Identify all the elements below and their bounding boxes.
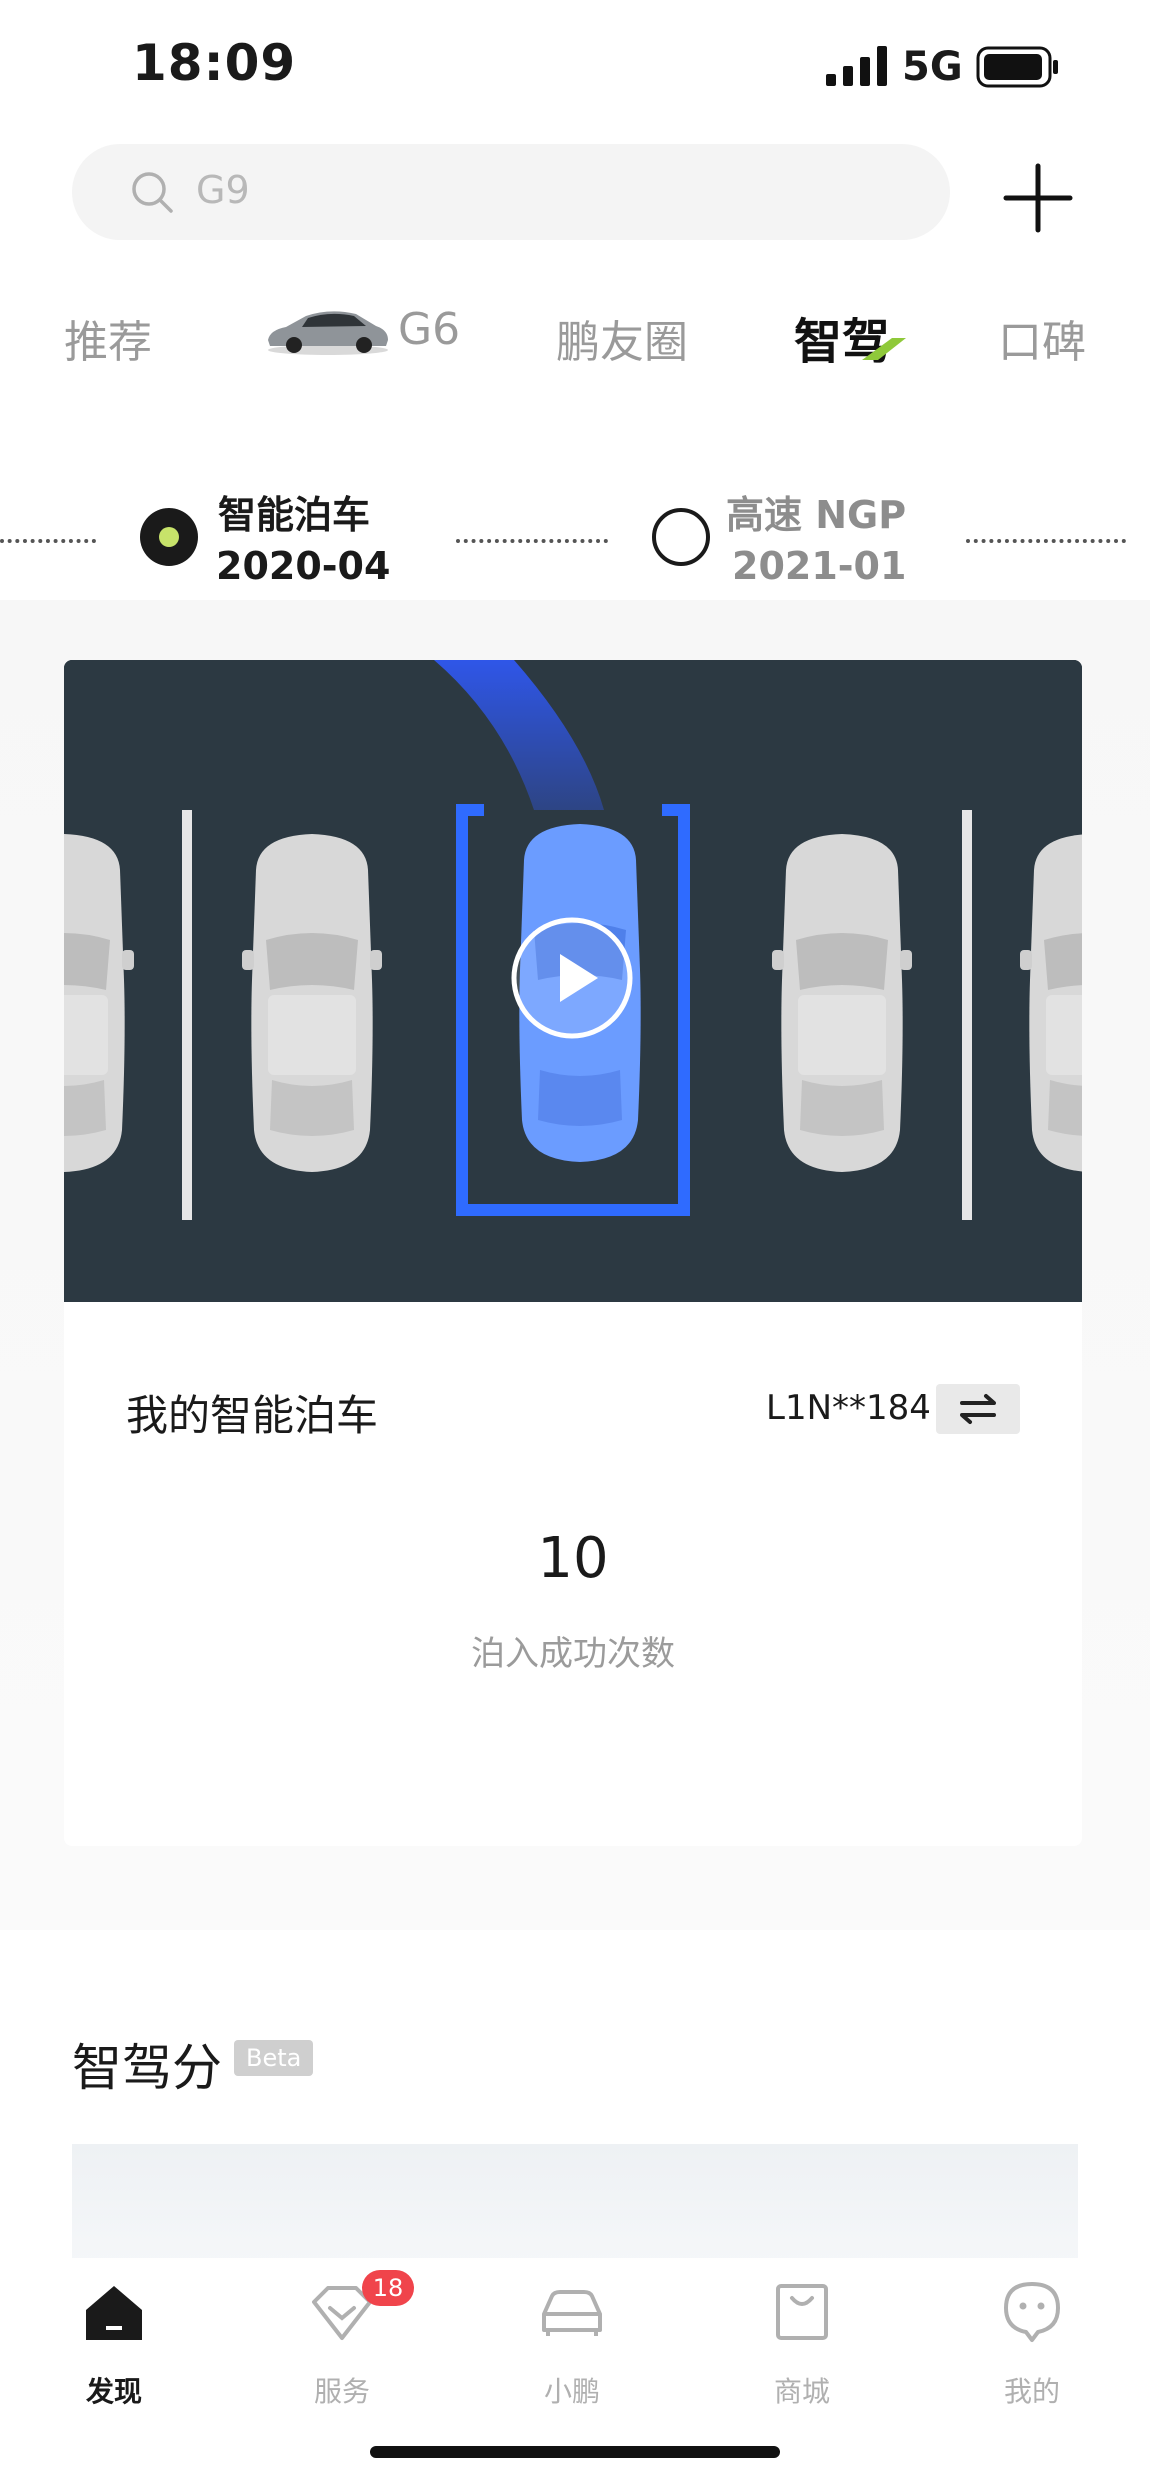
timeline-connector	[456, 539, 608, 543]
active-tab-mark-icon	[862, 338, 907, 360]
nav-label: 服务	[313, 2375, 370, 2408]
nav-service[interactable]: 18 服务	[262, 2270, 422, 2410]
timeline-node-dot	[159, 527, 179, 547]
tab-recommend[interactable]: 推荐	[64, 306, 152, 370]
car-icon	[542, 2290, 602, 2336]
nav-xiaopeng[interactable]: 小鹏	[492, 2276, 652, 2410]
shopping-bag-icon	[776, 2284, 828, 2340]
nav-label: 小鹏	[543, 2375, 600, 2408]
nav-mine[interactable]: 我的	[952, 2276, 1112, 2410]
nav-discover[interactable]: 发现	[34, 2276, 194, 2410]
parking-success-label: 泊入成功次数	[471, 1634, 675, 1674]
timeline-connector	[966, 539, 1126, 543]
switch-vehicle-button[interactable]	[936, 1384, 1020, 1434]
status-time: 18:09	[132, 34, 297, 92]
swap-arrows-icon	[960, 1394, 996, 1424]
play-icon[interactable]	[510, 916, 634, 1040]
search-placeholder: G9	[196, 168, 250, 212]
timeline-title[interactable]: 高速 NGP	[726, 484, 906, 539]
vehicle-vin: L1N**184	[766, 1388, 931, 1428]
driving-score-title: 智驾分	[72, 2039, 222, 2097]
tab-reviews[interactable]: 口碑	[998, 306, 1086, 370]
notification-badge: 18	[362, 2270, 414, 2306]
home-indicator[interactable]	[370, 2446, 780, 2458]
timeline-date: 2020-04	[216, 544, 391, 588]
tab-g6-label: G6	[398, 303, 461, 355]
nav-mall[interactable]: 商城	[722, 2276, 882, 2410]
beta-badge: Beta	[234, 2040, 314, 2076]
tab-smart-driving[interactable]: 智驾	[794, 302, 907, 372]
smart-parking-card: 我的智能泊车 L1N**184 10 泊入成功次数	[64, 660, 1082, 1846]
add-button[interactable]	[1000, 160, 1076, 236]
nav-label: 发现	[85, 2375, 142, 2408]
parking-video[interactable]	[64, 660, 1082, 1302]
signal-icon	[826, 46, 887, 86]
battery-icon	[976, 46, 1058, 88]
search-bar[interactable]: G9	[72, 144, 950, 240]
g6-car-icon	[268, 311, 388, 355]
timeline-connector	[0, 539, 96, 543]
nav-label: 商城	[773, 2375, 830, 2408]
timeline-title[interactable]: 智能泊车	[218, 484, 370, 539]
parking-success-count: 10	[537, 1526, 609, 1591]
timeline-node-active[interactable]	[140, 508, 198, 566]
network-label: 5G	[902, 44, 963, 90]
timeline-date: 2021-01	[732, 544, 907, 588]
tab-g6[interactable]: G6	[262, 300, 460, 358]
home-icon	[86, 2286, 142, 2340]
nav-label: 我的	[1003, 2375, 1060, 2408]
timeline-node[interactable]	[652, 508, 710, 566]
face-icon	[1004, 2282, 1060, 2342]
tab-friends-circle[interactable]: 鹏友圈	[556, 306, 688, 370]
driving-score-banner[interactable]	[72, 2144, 1078, 2264]
card-title: 我的智能泊车	[126, 1391, 379, 1440]
search-icon	[132, 172, 173, 213]
